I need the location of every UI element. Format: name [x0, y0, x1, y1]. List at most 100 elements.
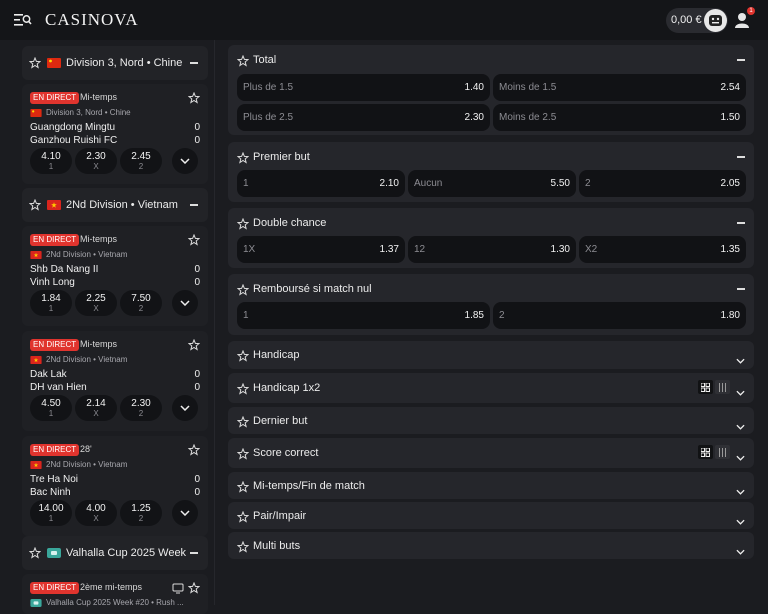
market-multi-goals[interactable]: Multi buts — [228, 532, 754, 559]
star-icon[interactable] — [187, 581, 201, 599]
star-icon[interactable] — [187, 338, 201, 356]
market-handicap[interactable]: Handicap — [228, 341, 754, 369]
star-icon[interactable] — [236, 447, 250, 465]
selection-button[interactable]: 1 1.85 — [237, 302, 490, 329]
chevron-down-icon[interactable] — [736, 482, 745, 500]
league-group-header[interactable]: Division 3, Nord • Chine — [22, 46, 208, 80]
collapse-icon[interactable] — [737, 222, 745, 224]
grid-view-icon[interactable] — [698, 445, 713, 459]
star-icon[interactable] — [236, 151, 250, 169]
wallet-face-icon[interactable] — [704, 9, 727, 32]
expand-match-button[interactable] — [172, 148, 198, 174]
selection-button[interactable]: 1 2.10 — [237, 170, 405, 197]
market-header[interactable]: Handicap — [228, 341, 754, 369]
odd-button-draw[interactable]: 2.30 X — [75, 148, 117, 174]
tv-icon[interactable] — [172, 581, 184, 599]
star-icon[interactable] — [236, 510, 250, 528]
chevron-down-icon[interactable] — [736, 383, 745, 401]
market-header[interactable]: Pair/Impair — [228, 502, 754, 529]
star-icon[interactable] — [187, 91, 201, 109]
market-header[interactable]: Total — [228, 45, 754, 75]
star-icon[interactable] — [28, 546, 42, 562]
chevron-down-icon[interactable] — [736, 512, 745, 530]
star-icon[interactable] — [236, 415, 250, 433]
star-icon[interactable] — [236, 540, 250, 558]
china-flag-icon — [47, 58, 61, 71]
expand-match-button[interactable] — [172, 500, 198, 526]
market-header[interactable]: Premier but — [228, 142, 754, 172]
star-icon[interactable] — [236, 480, 250, 498]
odd-button-home[interactable]: 1.84 1 — [30, 290, 72, 316]
selection-button[interactable]: Aucun 5.50 — [408, 170, 576, 197]
odd-button-away[interactable]: 1.25 2 — [120, 500, 162, 526]
odd-button-home[interactable]: 14.00 1 — [30, 500, 72, 526]
collapse-icon[interactable] — [190, 62, 198, 64]
selection-button[interactable]: 1X 1.37 — [237, 236, 405, 263]
collapse-icon[interactable] — [737, 59, 745, 61]
market-correct-score[interactable]: Score correct — [228, 438, 754, 468]
star-icon[interactable] — [236, 217, 250, 235]
expand-match-button[interactable] — [172, 395, 198, 421]
odd-button-away[interactable]: 7.50 2 — [120, 290, 162, 316]
selection-button[interactable]: X2 1.35 — [579, 236, 746, 263]
selection-button[interactable]: Plus de 2.5 2.30 — [237, 104, 490, 131]
selection-button[interactable]: 12 1.30 — [408, 236, 576, 263]
match-card[interactable]: EN DIRECT 2ème mi-temps Valhalla Cup 202… — [22, 574, 208, 614]
market-header[interactable]: Dernier but — [228, 407, 754, 434]
market-odd-even[interactable]: Pair/Impair — [228, 502, 754, 529]
market-header[interactable]: Remboursé si match nul — [228, 274, 754, 304]
match-card[interactable]: EN DIRECT 28' 2Nd Division • Vietnam Tre… — [22, 436, 208, 536]
site-logo[interactable]: CASINOVA — [45, 10, 139, 30]
chevron-down-icon[interactable] — [736, 542, 745, 560]
match-card[interactable]: EN DIRECT Mi-temps 2Nd Division • Vietna… — [22, 226, 208, 326]
star-icon[interactable] — [28, 56, 42, 72]
away-score: 0 — [194, 135, 200, 146]
odd-button-draw[interactable]: 2.25 X — [75, 290, 117, 316]
odd-value: 2.14 — [86, 398, 106, 409]
market-header[interactable]: Multi buts — [228, 532, 754, 559]
odd-button-home[interactable]: 4.50 1 — [30, 395, 72, 421]
star-icon[interactable] — [236, 349, 250, 367]
league-group-header[interactable]: Valhalla Cup 2025 Week ... — [22, 536, 208, 570]
odd-button-draw[interactable]: 2.14 X — [75, 395, 117, 421]
chevron-down-icon[interactable] — [736, 417, 745, 435]
collapse-icon[interactable] — [737, 288, 745, 290]
star-icon[interactable] — [236, 382, 250, 400]
odd-button-home[interactable]: 4.10 1 — [30, 148, 72, 174]
odd-button-away[interactable]: 2.45 2 — [120, 148, 162, 174]
selection-button[interactable]: Moins de 2.5 1.50 — [493, 104, 746, 131]
market-header[interactable]: Score correct — [228, 438, 754, 468]
odd-button-away[interactable]: 2.30 2 — [120, 395, 162, 421]
list-view-icon[interactable] — [715, 445, 730, 459]
star-icon[interactable] — [187, 233, 201, 251]
list-view-icon[interactable] — [715, 380, 730, 394]
market-handicap-1x2[interactable]: Handicap 1x2 — [228, 373, 754, 403]
match-card[interactable]: EN DIRECT Mi-temps Division 3, Nord • Ch… — [22, 84, 208, 184]
market-header[interactable]: Double chance — [228, 208, 754, 238]
expand-match-button[interactable] — [172, 290, 198, 316]
collapse-icon[interactable] — [190, 204, 198, 206]
home-score: 0 — [194, 474, 200, 485]
league-group-header[interactable]: 2Nd Division • Vietnam — [22, 188, 208, 222]
chevron-down-icon[interactable] — [736, 448, 745, 466]
collapse-icon[interactable] — [190, 552, 198, 554]
market-halftime-fulltime[interactable]: Mi-temps/Fin de match — [228, 472, 754, 499]
star-icon[interactable] — [236, 283, 250, 301]
market-header[interactable]: Handicap 1x2 — [228, 373, 754, 403]
match-card[interactable]: EN DIRECT Mi-temps 2Nd Division • Vietna… — [22, 331, 208, 431]
selection-odd: 1.50 — [720, 112, 740, 123]
market-header[interactable]: Mi-temps/Fin de match — [228, 472, 754, 499]
star-icon[interactable] — [187, 443, 201, 461]
selection-button[interactable]: 2 2.05 — [579, 170, 746, 197]
selection-button[interactable]: 2 1.80 — [493, 302, 746, 329]
menu-search-icon[interactable] — [14, 12, 32, 28]
chevron-down-icon[interactable] — [736, 351, 745, 369]
grid-view-icon[interactable] — [698, 380, 713, 394]
odd-button-draw[interactable]: 4.00 X — [75, 500, 117, 526]
selection-button[interactable]: Moins de 1.5 2.54 — [493, 74, 746, 101]
star-icon[interactable] — [236, 54, 250, 72]
star-icon[interactable] — [28, 198, 42, 214]
selection-button[interactable]: Plus de 1.5 1.40 — [237, 74, 490, 101]
market-last-goal[interactable]: Dernier but — [228, 407, 754, 434]
collapse-icon[interactable] — [737, 156, 745, 158]
